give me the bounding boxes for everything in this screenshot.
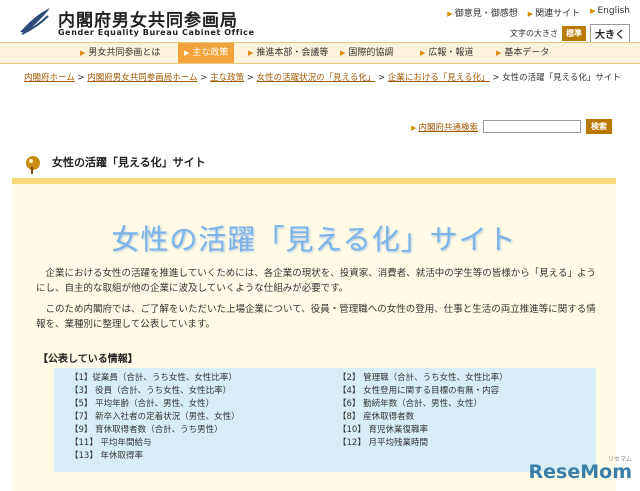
nav-item-policies[interactable]: ▶ 主な政策	[178, 43, 235, 63]
triangle-right-icon: ▶	[527, 10, 534, 18]
hero-title: 女性の活躍「見える化」サイト	[111, 223, 517, 256]
triangle-right-icon: ▶	[340, 49, 346, 57]
font-size-switcher: 文字の大きさ 標準 大きく	[510, 24, 630, 43]
info-list: 【1】従業員（合計、うち女性、女性比率） 【3】 役員（合計、うち女性、女性比率…	[54, 368, 596, 472]
breadcrumb-link-company-visualization[interactable]: 企業における「見える化」	[388, 73, 490, 83]
nav-item-data[interactable]: ▶ 基本データ	[496, 43, 549, 63]
intro-paragraph-1: 企業における女性の活躍を推進していくためには、各企業の現状を、投資家、消費者、就…	[36, 268, 596, 294]
search-button[interactable]: 検索	[586, 119, 612, 134]
triangle-right-icon: ▶	[496, 49, 502, 57]
info-item: 【4】 女性登用に関する目標の有無・内容	[338, 386, 500, 396]
info-item: 【11】 平均年間給与	[70, 438, 152, 448]
font-size-label: 文字の大きさ	[510, 29, 558, 38]
pin-icon	[26, 156, 40, 170]
info-item: 【10】 育児休業復職率	[338, 425, 429, 435]
util-link-english[interactable]: ▶ English	[590, 6, 630, 19]
search-input[interactable]	[483, 120, 581, 133]
nav-item-about[interactable]: ▶ 男女共同参画とは	[80, 43, 160, 63]
font-size-standard-button[interactable]: 標準	[562, 26, 586, 41]
breadcrumb-separator: >	[492, 73, 500, 83]
breadcrumb-separator: >	[378, 73, 386, 83]
nav-item-international[interactable]: ▶ 国際的協調	[340, 43, 393, 63]
info-item: 【1】従業員（合計、うち女性、女性比率）	[70, 373, 237, 383]
info-item: 【13】 年休取得率	[70, 451, 144, 461]
watermark-text: ReseMom	[528, 461, 632, 483]
global-nav: ▶ 男女共同参画とは ▶ 主な政策 ▶ 推進本部・会議等 ▶ 国際的協調 ▶ 広報・報道 …	[0, 42, 640, 64]
breadcrumb-current: 女性の活躍「見える化」サイト	[502, 73, 621, 83]
breadcrumb: 内閣府ホーム > 内閣府男女共同参画局ホーム > 主な政策 > 女性の活躍状況の…	[24, 72, 624, 85]
breadcrumb-link-cao-home[interactable]: 内閣府ホーム	[24, 73, 75, 83]
breadcrumb-link-visualization[interactable]: 女性の活躍状況の「見える化」	[257, 73, 376, 83]
nav-item-pr[interactable]: ▶ 広報・報道	[420, 43, 473, 63]
triangle-right-icon: ▶	[248, 49, 254, 57]
content-panel: 女性の活躍「見える化」サイト 企業における女性の活躍を推進していくためには、各企…	[12, 184, 616, 491]
pin-stem	[31, 167, 33, 174]
site-header: 内閣府男女共同参画局 Gender Equality Bureau Cabine…	[0, 0, 640, 44]
info-item: 【2】 管理職（合計、うち女性、女性比率）	[338, 373, 508, 383]
breadcrumb-separator: >	[200, 73, 208, 83]
search-label-link[interactable]: ▶ 内閣府共通検索	[411, 121, 478, 133]
breadcrumb-separator: >	[77, 73, 85, 83]
resemom-watermark: ReseMom リセマム	[528, 456, 632, 483]
nav-item-headquarters[interactable]: ▶ 推進本部・会議等	[248, 43, 328, 63]
section-heading: 女性の活躍「見える化」サイト	[52, 156, 206, 169]
intro-paragraph-2: このため内閣府では、ご了解をいただいた上場企業について、役員・管理職への女性の登…	[36, 304, 596, 330]
triangle-right-icon: ▶	[80, 49, 86, 57]
font-size-large-button[interactable]: 大きく	[590, 24, 630, 43]
info-item: 【8】 産休取得者数	[338, 412, 415, 422]
info-item: 【7】 新卒入社者の定着状況（男性、女性）	[70, 412, 240, 422]
info-item: 【3】 役員（合計、うち女性、女性比率）	[70, 386, 232, 396]
triangle-right-icon: ▶	[590, 7, 596, 15]
breadcrumb-link-policies[interactable]: 主な政策	[210, 73, 244, 83]
info-item: 【12】 月平均残業時間	[338, 438, 429, 448]
info-item: 【9】 育休取得者数（合計、うち男性）	[70, 425, 223, 435]
util-link-related-sites[interactable]: ▶ 関連サイト	[528, 6, 580, 19]
triangle-right-icon: ▶	[447, 10, 453, 18]
info-item: 【6】 勤続年数（合計、男性、女性）	[338, 399, 483, 409]
triangle-right-icon: ▶	[420, 49, 426, 57]
main-section: 女性の活躍「見える化」サイト 女性の活躍「見える化」サイト 企業における女性の活…	[0, 148, 616, 491]
utility-links: ▶ 御意見・御感想 ▶ 関連サイト ▶ English	[447, 6, 630, 19]
breadcrumb-separator: >	[246, 73, 254, 83]
cabinet-office-logo-icon[interactable]	[18, 6, 52, 36]
util-link-feedback[interactable]: ▶ 御意見・御感想	[447, 6, 517, 19]
site-search: ▶ 内閣府共通検索 検索	[411, 119, 612, 134]
triangle-right-icon: ▶	[184, 49, 190, 57]
site-subtitle: Gender Equality Bureau Cabinet Office	[58, 28, 255, 37]
breadcrumb-link-gender-home[interactable]: 内閣府男女共同参画局ホーム	[87, 73, 197, 83]
watermark-small-text: リセマム	[607, 456, 632, 463]
info-item: 【5】 平均年齢（合計、男性、女性）	[70, 399, 215, 409]
info-list-title: 【公表している情報】	[38, 354, 138, 365]
triangle-right-icon: ▶	[411, 123, 417, 132]
